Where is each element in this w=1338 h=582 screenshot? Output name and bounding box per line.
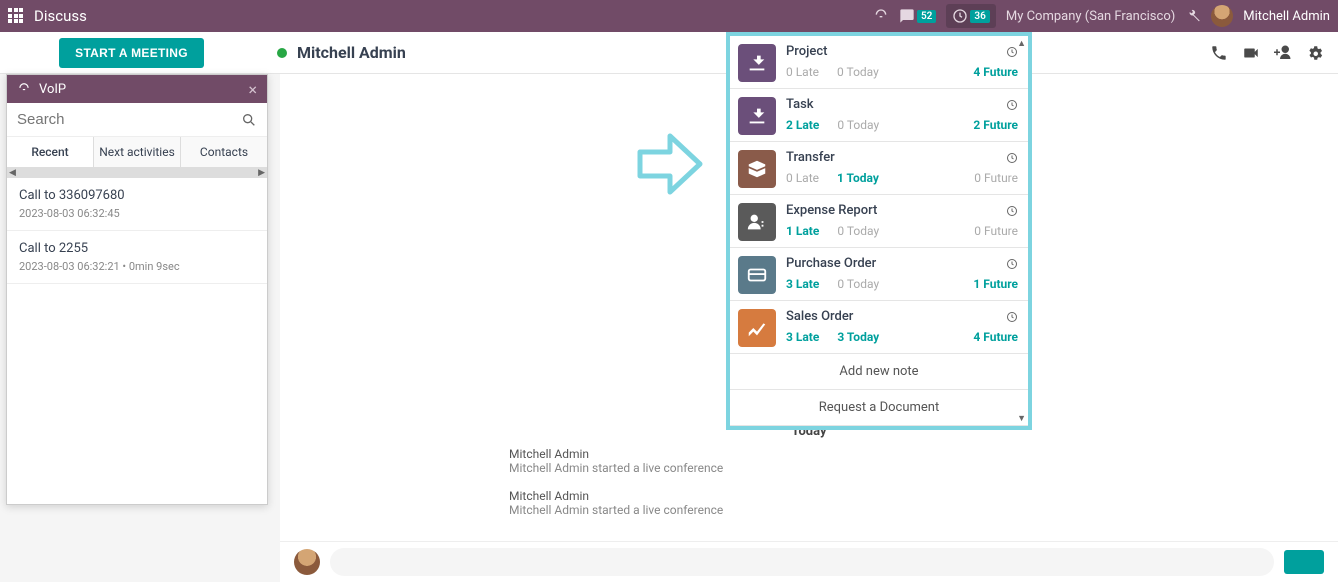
- app-title: Discuss: [34, 7, 87, 25]
- tab-next-activities[interactable]: Next activities: [94, 137, 181, 167]
- messages-icon[interactable]: 52: [899, 8, 936, 24]
- chat-message: Mitchell Admin Mitchell Admin started a …: [509, 489, 1109, 517]
- voip-horizontal-scrollbar[interactable]: ◀▶: [7, 168, 267, 178]
- status-dot: [277, 48, 287, 58]
- today-count: 1 Today: [837, 171, 879, 185]
- activity-icon: [738, 97, 776, 135]
- activity-title: Sales Order: [786, 309, 853, 324]
- activity-icon: [738, 44, 776, 82]
- late-count: 0 Late: [786, 171, 819, 185]
- activity-row[interactable]: Sales Order 3 Late 3 Today 4 Future: [730, 301, 1028, 354]
- close-icon[interactable]: ×: [248, 80, 257, 99]
- activity-title: Expense Report: [786, 203, 877, 218]
- messages-badge: 52: [917, 10, 936, 23]
- message-body: Mitchell Admin started a live conference: [509, 503, 1109, 517]
- activity-title: Task: [786, 97, 814, 112]
- late-count: 3 Late: [786, 330, 819, 344]
- tab-recent[interactable]: Recent: [7, 137, 94, 167]
- call-phone-icon[interactable]: [1210, 44, 1228, 62]
- gear-icon[interactable]: [1306, 44, 1324, 62]
- send-button[interactable]: [1284, 550, 1324, 574]
- call-time: 2023-08-03 06:32:45: [19, 207, 255, 220]
- annotation-arrow-icon: [630, 124, 710, 204]
- future-count: 4 Future: [973, 65, 1018, 79]
- today-count: 0 Today: [837, 224, 879, 238]
- add-note-link[interactable]: Add new note: [730, 354, 1028, 390]
- call-item[interactable]: Call to 336097680 2023-08-03 06:32:45: [7, 178, 267, 231]
- chat-message: Mitchell Admin Mitchell Admin started a …: [509, 447, 1109, 475]
- late-count: 1 Late: [786, 224, 819, 238]
- message-author: Mitchell Admin: [509, 489, 1109, 503]
- message-body: Mitchell Admin started a live conference: [509, 461, 1109, 475]
- future-count: 2 Future: [973, 118, 1018, 132]
- clock-icon: [1006, 46, 1018, 58]
- late-count: 3 Late: [786, 277, 819, 291]
- compose-row: [280, 541, 1338, 582]
- today-count: 0 Today: [837, 65, 879, 79]
- today-count: 0 Today: [837, 118, 879, 132]
- future-count: 1 Future: [973, 277, 1018, 291]
- user-avatar[interactable]: [1211, 5, 1233, 27]
- voip-search-row: [7, 103, 267, 137]
- activity-icon: [738, 150, 776, 188]
- search-icon[interactable]: [241, 112, 257, 128]
- clock-icon: [1006, 152, 1018, 164]
- start-meeting-button[interactable]: START A MEETING: [59, 38, 204, 68]
- late-count: 0 Late: [786, 65, 819, 79]
- future-count: 0 Future: [974, 171, 1018, 185]
- today-count: 0 Today: [837, 277, 879, 291]
- activity-title: Transfer: [786, 150, 835, 165]
- activity-row[interactable]: Project 0 Late 0 Today 4 Future: [730, 36, 1028, 89]
- activity-icon: [738, 203, 776, 241]
- activities-icon[interactable]: 36: [946, 4, 995, 28]
- voip-tabs: Recent Next activities Contacts: [7, 137, 267, 168]
- activity-title: Project: [786, 44, 827, 59]
- scroll-down-icon[interactable]: ▼: [1017, 413, 1026, 424]
- user-name[interactable]: Mitchell Admin: [1243, 9, 1330, 24]
- voip-title-text: VoIP: [39, 82, 66, 97]
- voip-empty-area: [7, 284, 267, 504]
- voip-icon: [17, 82, 31, 96]
- compose-input[interactable]: [330, 548, 1274, 576]
- future-count: 4 Future: [973, 330, 1018, 344]
- future-count: 0 Future: [974, 224, 1018, 238]
- activity-title: Purchase Order: [786, 256, 876, 271]
- activities-badge: 36: [970, 10, 989, 23]
- activity-icon: [738, 256, 776, 294]
- company-selector[interactable]: My Company (San Francisco): [1006, 9, 1175, 24]
- header-row: START A MEETING Mitchell Admin: [0, 32, 1338, 74]
- activity-row[interactable]: Purchase Order 3 Late 0 Today 1 Future: [730, 248, 1028, 301]
- settings-icon[interactable]: [1185, 8, 1201, 24]
- activity-icon: [738, 309, 776, 347]
- channel-title: Mitchell Admin: [297, 43, 406, 62]
- activities-dropdown: ▲ Project 0 Late 0 Today 4 Future Task: [726, 32, 1032, 430]
- clock-icon: [1006, 258, 1018, 270]
- voip-search-input[interactable]: [17, 111, 241, 128]
- call-item[interactable]: Call to 2255 2023-08-03 06:32:21 • 0min …: [7, 231, 267, 284]
- clock-icon: [1006, 205, 1018, 217]
- call-time: 2023-08-03 06:32:21 • 0min 9sec: [19, 260, 255, 273]
- voip-titlebar[interactable]: VoIP ×: [7, 75, 267, 103]
- call-title: Call to 2255: [19, 241, 255, 256]
- top-navbar: Discuss 52 36 My Company (San Francisco)…: [0, 0, 1338, 32]
- clock-icon: [1006, 311, 1018, 323]
- today-count: 3 Today: [837, 330, 879, 344]
- clock-icon: [1006, 99, 1018, 111]
- apps-icon[interactable]: [8, 8, 24, 24]
- compose-avatar: [294, 549, 320, 575]
- activity-row[interactable]: Expense Report 1 Late 0 Today 0 Future: [730, 195, 1028, 248]
- tab-contacts[interactable]: Contacts: [181, 137, 267, 167]
- voip-panel: VoIP × Recent Next activities Contacts ◀…: [6, 74, 268, 505]
- call-video-icon[interactable]: [1242, 44, 1260, 62]
- request-document-link[interactable]: Request a Document: [730, 390, 1028, 426]
- late-count: 2 Late: [786, 118, 819, 132]
- activity-row[interactable]: Transfer 0 Late 1 Today 0 Future: [730, 142, 1028, 195]
- activity-row[interactable]: Task 2 Late 0 Today 2 Future: [730, 89, 1028, 142]
- phone-icon[interactable]: [873, 8, 889, 24]
- call-title: Call to 336097680: [19, 188, 255, 203]
- message-author: Mitchell Admin: [509, 447, 1109, 461]
- add-user-icon[interactable]: [1274, 44, 1292, 62]
